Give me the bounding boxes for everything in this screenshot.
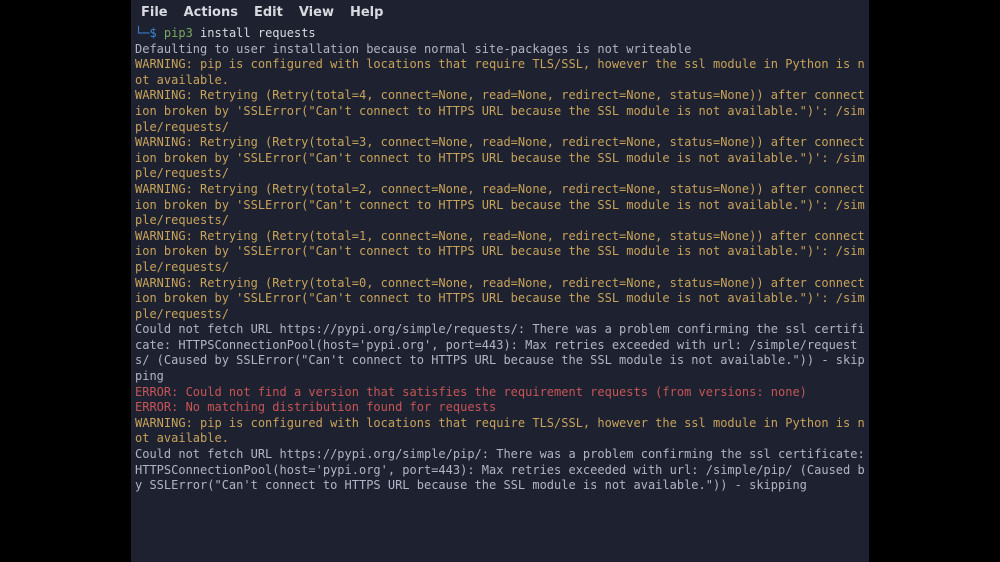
command-args: install requests xyxy=(193,26,316,40)
output-line: Defaulting to user installation because … xyxy=(135,42,691,56)
menu-actions[interactable]: Actions xyxy=(184,5,238,20)
menubar: File Actions Edit View Help xyxy=(131,0,869,24)
output-warning: WARNING: pip is configured with location… xyxy=(135,416,865,446)
output-warning: WARNING: Retrying (Retry(total=4, connec… xyxy=(135,88,865,133)
terminal-body[interactable]: └─$ pip3 install requestsDefaulting to u… xyxy=(131,24,869,562)
output-warning: WARNING: Retrying (Retry(total=1, connec… xyxy=(135,229,865,274)
output-warning: WARNING: pip is configured with location… xyxy=(135,57,865,87)
prompt-symbol: $ xyxy=(149,26,156,40)
menu-help[interactable]: Help xyxy=(350,5,383,20)
command-name: pip3 xyxy=(164,26,193,40)
output-warning: WARNING: Retrying (Retry(total=3, connec… xyxy=(135,135,865,180)
output-warning: WARNING: Retrying (Retry(total=0, connec… xyxy=(135,276,865,321)
terminal-window: File Actions Edit View Help └─$ pip3 ins… xyxy=(131,0,869,562)
menu-edit[interactable]: Edit xyxy=(254,5,283,20)
output-warning: WARNING: Retrying (Retry(total=2, connec… xyxy=(135,182,865,227)
prompt-path: └─ xyxy=(135,26,149,40)
output-error: ERROR: Could not find a version that sat… xyxy=(135,385,807,399)
menu-file[interactable]: File xyxy=(141,5,168,20)
output-error: ERROR: No matching distribution found fo… xyxy=(135,400,496,414)
menu-view[interactable]: View xyxy=(299,5,334,20)
output-line: Could not fetch URL https://pypi.org/sim… xyxy=(135,447,869,492)
output-line: Could not fetch URL https://pypi.org/sim… xyxy=(135,322,865,383)
prompt-line: └─$ pip3 install requests xyxy=(135,26,865,42)
